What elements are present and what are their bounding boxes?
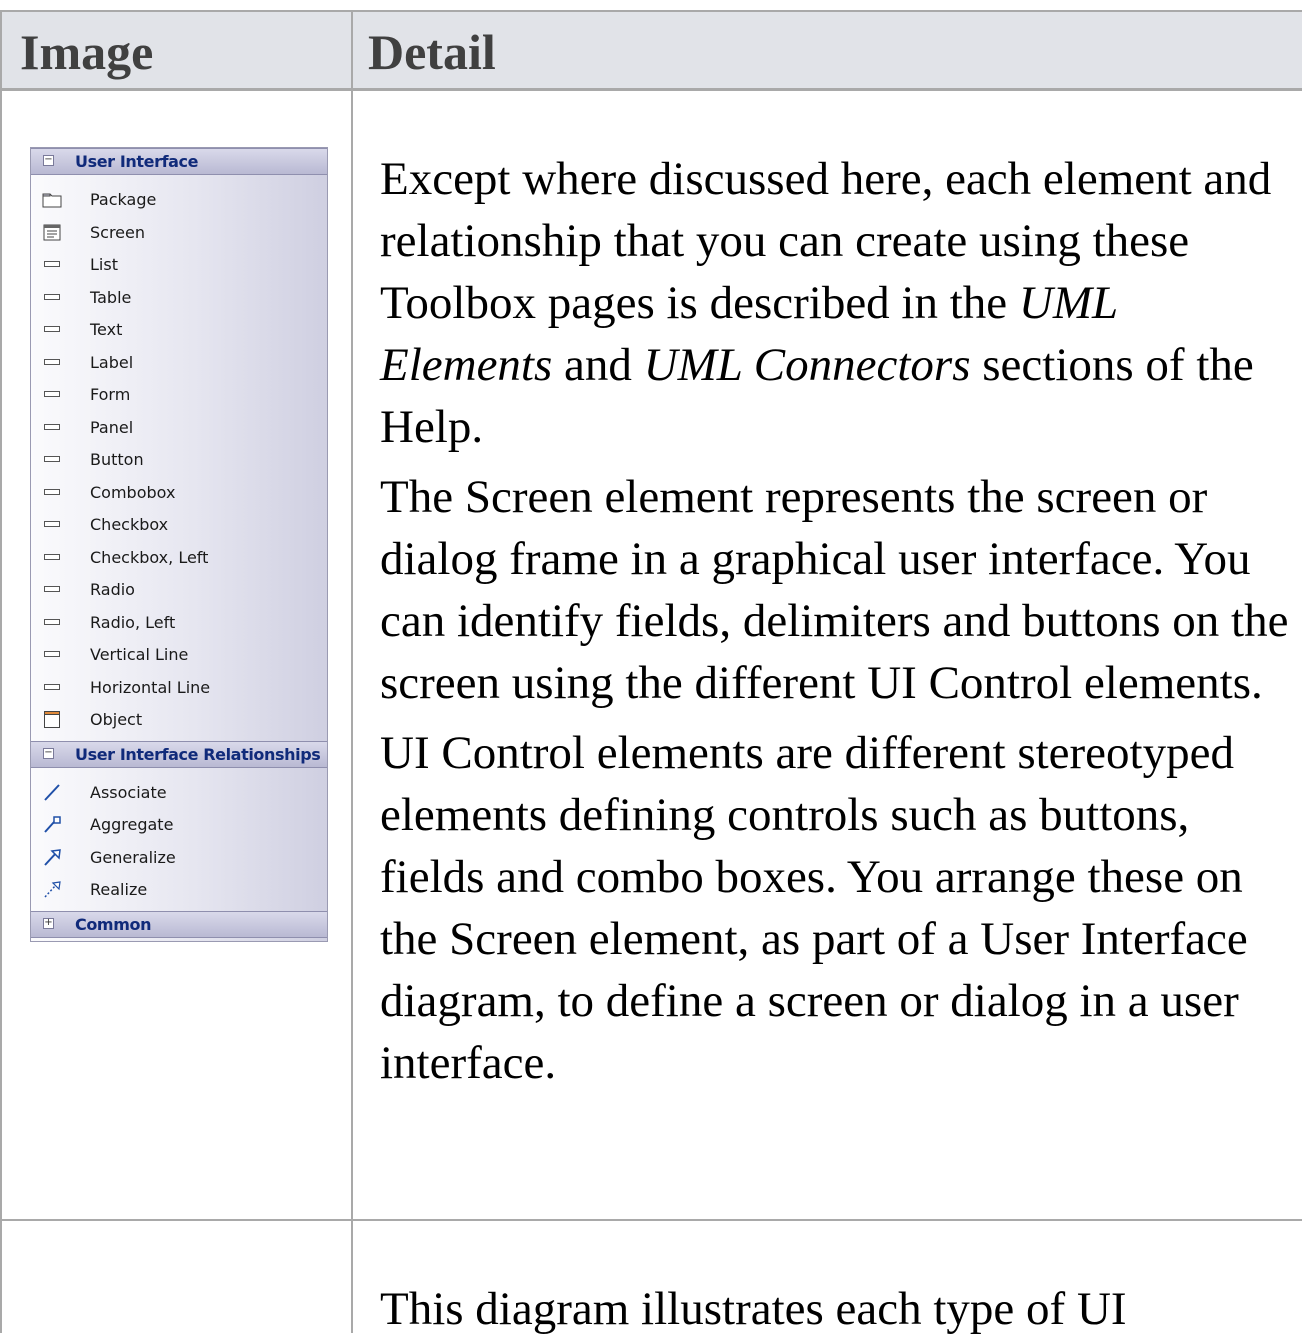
package-icon — [42, 191, 62, 208]
toolbox-item-panel[interactable]: Panel — [31, 412, 327, 444]
ui-control-icon — [42, 321, 62, 338]
toolbox-section-user-interface-relationships[interactable]: − User Interface Relationships — [31, 740, 327, 768]
toolbox-item-form[interactable]: Form — [31, 379, 327, 411]
toolbox-item-label[interactable]: Label — [31, 347, 327, 379]
row-divider — [0, 1219, 1302, 1221]
toolbox-item-combobox[interactable]: Combobox — [31, 477, 327, 509]
toolbox-item-text[interactable]: Text — [31, 314, 327, 346]
toolbox-item-object[interactable]: Object — [31, 704, 327, 736]
toolbox-item-label: Horizontal Line — [90, 677, 211, 697]
toolbox-item-horizontal-line[interactable]: Horizontal Line — [31, 672, 327, 704]
toolbox-item-button[interactable]: Button — [31, 444, 327, 476]
toolbox-item-label: Panel — [90, 417, 134, 437]
object-icon — [42, 711, 62, 728]
toolbox-item-vertical-line[interactable]: Vertical Line — [31, 639, 327, 671]
toolbox-item-label: Combobox — [90, 482, 176, 502]
ui-control-icon — [42, 679, 62, 696]
detail-paragraph-1: Except where discussed here, each elemen… — [380, 148, 1300, 458]
ui-control-icon — [42, 549, 62, 566]
ui-control-icon — [42, 484, 62, 501]
toolbox-section-title: User Interface Relationships — [75, 744, 321, 764]
aggregate-icon — [42, 816, 62, 833]
toolbox-item-label: Radio — [90, 580, 135, 599]
expand-icon[interactable]: + — [43, 917, 54, 929]
table-border-top — [0, 10, 1302, 12]
ui-control-icon — [42, 354, 62, 371]
toolbox-image: − User Interface Package Screen List Table Tex… — [30, 147, 328, 942]
toolbox-item-label: Aggregate — [90, 815, 174, 834]
toolbox-section-title: User Interface — [75, 152, 199, 171]
ui-control-icon — [42, 419, 62, 436]
toolbox-item-label: Associate — [90, 782, 167, 802]
toolbox-item-checkbox-left[interactable]: Checkbox, Left — [31, 542, 327, 574]
associate-icon — [42, 783, 62, 801]
ui-control-icon — [42, 289, 62, 306]
toolbox-item-list[interactable]: List — [31, 249, 327, 281]
collapse-icon[interactable]: − — [43, 155, 54, 166]
screen-icon — [42, 224, 62, 241]
toolbox-item-aggregate[interactable]: Aggregate — [31, 809, 327, 841]
toolbox-section-user-interface[interactable]: − User Interface — [31, 148, 327, 175]
toolbox-section-common[interactable]: + Common — [31, 910, 327, 938]
toolbox-section-title: Common — [75, 914, 152, 934]
detail-text: Except where discussed here, each elemen… — [380, 153, 1272, 329]
toolbox-item-label: Text — [90, 320, 123, 339]
toolbox-item-label: Label — [90, 352, 134, 372]
toolbox-item-realize[interactable]: Realize — [31, 874, 327, 906]
toolbox-item-label: Generalize — [90, 847, 176, 867]
toolbox-item-label: Vertical Line — [90, 645, 189, 664]
ui-control-icon — [42, 614, 62, 631]
toolbox-item-label: Form — [90, 385, 131, 404]
toolbox-item-label: Button — [90, 450, 144, 469]
header-image: Image — [20, 24, 154, 80]
detail-paragraph-2: The Screen element represents the screen… — [380, 471, 1289, 709]
column-divider — [351, 10, 353, 1333]
toolbox-item-label: Table — [90, 287, 132, 307]
ui-control-icon — [42, 516, 62, 533]
ui-control-icon — [42, 386, 62, 403]
toolbox-item-package[interactable]: Package — [31, 184, 327, 216]
toolbox-item-checkbox[interactable]: Checkbox — [31, 509, 327, 541]
toolbox-item-label: Radio, Left — [90, 612, 176, 632]
detail-paragraph-3: UI Control elements are different stereo… — [380, 727, 1248, 1089]
ui-control-icon — [42, 646, 62, 663]
ui-control-icon — [42, 451, 62, 468]
detail-text: and — [552, 339, 644, 391]
help-table: Image Detail − User Interface Package Scree… — [0, 0, 1302, 1335]
detail-paragraph-row2: This diagram illustrates each type of UI — [380, 1283, 1127, 1335]
header-detail: Detail — [368, 24, 496, 80]
toolbox-item-radio-left[interactable]: Radio, Left — [31, 607, 327, 639]
detail-cell: Except where discussed here, each elemen… — [380, 148, 1300, 1094]
realize-icon — [42, 881, 62, 898]
toolbox-item-generalize[interactable]: Generalize — [31, 842, 327, 874]
toolbox-item-label: List — [90, 255, 118, 274]
toolbox-item-label: Checkbox, Left — [90, 547, 209, 567]
toolbox-item-label: Checkbox — [90, 515, 169, 534]
toolbox-item-radio[interactable]: Radio — [31, 574, 327, 606]
toolbox-item-label: Package — [90, 190, 157, 209]
ui-control-icon — [42, 256, 62, 273]
collapse-icon[interactable]: − — [43, 747, 54, 759]
generalize-icon — [42, 848, 62, 866]
ui-control-icon — [42, 581, 62, 598]
table-border-left — [0, 10, 2, 1333]
toolbox-item-screen[interactable]: Screen — [31, 217, 327, 249]
toolbox-item-label: Realize — [90, 880, 148, 899]
toolbox-item-associate[interactable]: Associate — [31, 777, 327, 809]
toolbox-item-table[interactable]: Table — [31, 282, 327, 314]
table-header-row — [2, 12, 1302, 88]
uml-connectors-reference: UML Connectors — [643, 339, 971, 391]
header-divider — [0, 88, 1302, 91]
toolbox-item-label: Screen — [90, 222, 146, 242]
toolbox-item-label: Object — [90, 710, 143, 729]
